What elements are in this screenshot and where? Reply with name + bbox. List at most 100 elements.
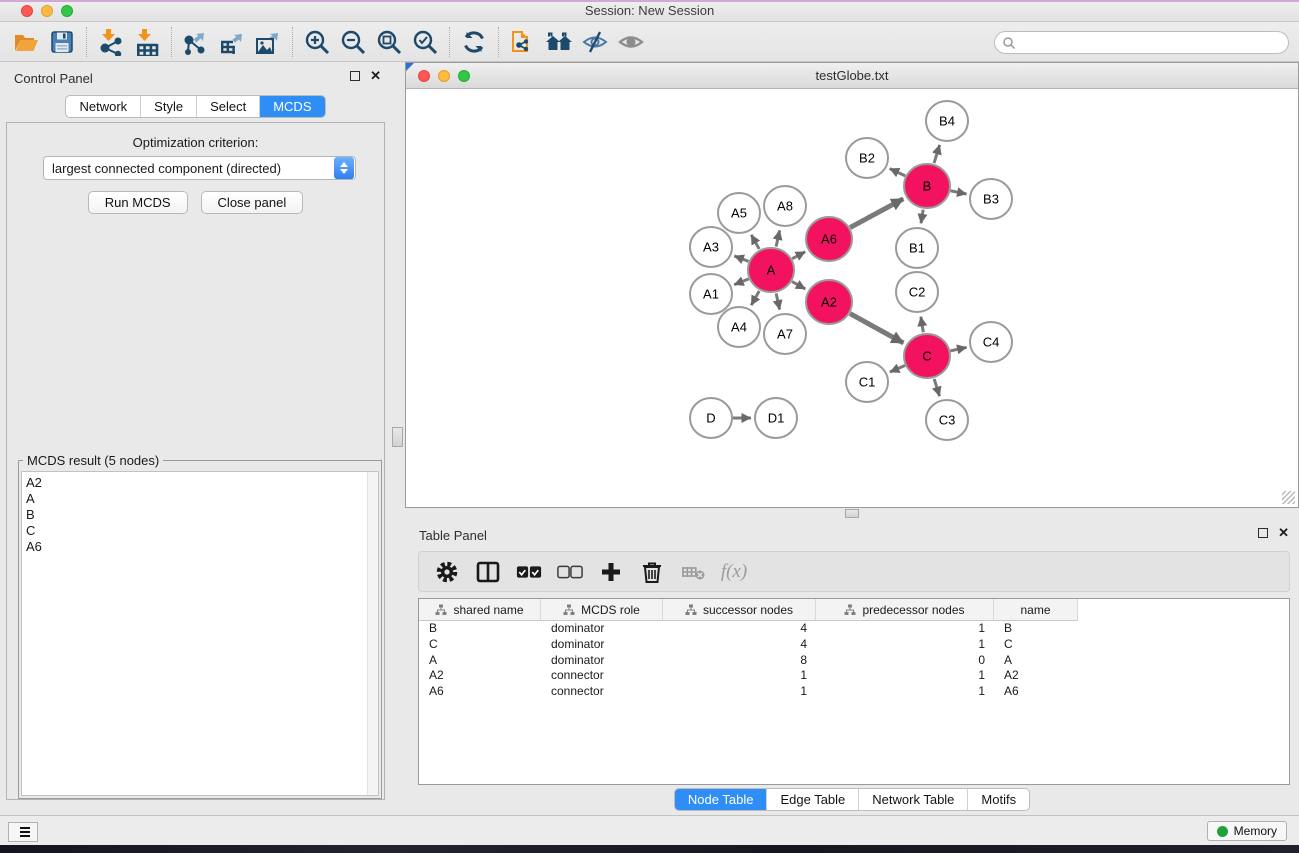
node-B4[interactable]: B4 <box>926 101 968 141</box>
column-header-successor-nodes[interactable]: successor nodes <box>663 599 816 621</box>
network-canvas[interactable]: B4B2BB3A8A5A6A3B1AC2A1A2A4A7C4CC1DD1C3 <box>406 89 1298 507</box>
divider-handle[interactable] <box>392 427 403 447</box>
cell-MCDS-role[interactable]: dominator <box>541 621 663 636</box>
maximize-window-button[interactable] <box>61 5 73 17</box>
edge-C-C4[interactable] <box>950 347 966 351</box>
minimize-window-button[interactable] <box>41 5 53 17</box>
node-A5[interactable]: A5 <box>718 193 760 233</box>
search-input[interactable] <box>1016 33 1288 52</box>
column-header-MCDS-role[interactable]: MCDS role <box>541 599 663 621</box>
node-A[interactable]: A <box>748 248 794 292</box>
search-box[interactable] <box>994 31 1289 54</box>
columns-icon[interactable] <box>475 559 501 585</box>
close-window-button[interactable] <box>21 5 33 17</box>
node-D1[interactable]: D1 <box>755 398 797 438</box>
cell-shared-name[interactable]: B <box>419 621 541 636</box>
mcds-result-item[interactable]: C <box>22 523 378 539</box>
edge-A-A6[interactable] <box>792 252 805 259</box>
cell-successor-nodes[interactable]: 4 <box>663 637 816 652</box>
cell-MCDS-role[interactable]: dominator <box>541 637 663 652</box>
first-neighbors-button[interactable] <box>541 25 577 59</box>
deselect-all-icon[interactable] <box>557 559 583 585</box>
cell-MCDS-role[interactable]: connector <box>541 668 663 683</box>
zoom-fit-button[interactable] <box>371 25 407 59</box>
cell-shared-name[interactable]: A2 <box>419 668 541 683</box>
cell-successor-nodes[interactable]: 1 <box>663 668 816 683</box>
zoom-in-button[interactable] <box>299 25 335 59</box>
table-row[interactable]: Adominator80A <box>419 652 1289 668</box>
tab-edge-table[interactable]: Edge Table <box>767 789 859 810</box>
gear-icon[interactable] <box>434 559 460 585</box>
mcds-result-list[interactable]: A2ABCA6 <box>21 471 379 796</box>
edge-C-C2[interactable] <box>921 317 923 333</box>
edge-A-A8[interactable] <box>776 230 780 246</box>
edge-A2-C[interactable] <box>850 314 903 343</box>
tab-style[interactable]: Style <box>141 96 197 117</box>
cell-successor-nodes[interactable]: 4 <box>663 621 816 636</box>
node-B[interactable]: B <box>904 164 950 208</box>
import-network-button[interactable] <box>93 25 129 59</box>
export-table-button[interactable] <box>214 25 250 59</box>
node-A7[interactable]: A7 <box>764 314 806 354</box>
node-D[interactable]: D <box>690 398 732 438</box>
mcds-result-item[interactable]: A <box>22 491 378 507</box>
node-C1[interactable]: C1 <box>846 362 888 402</box>
trash-icon[interactable] <box>639 559 665 585</box>
node-B3[interactable]: B3 <box>970 179 1012 219</box>
save-session-button[interactable] <box>44 25 80 59</box>
tab-node-table[interactable]: Node Table <box>675 789 768 810</box>
mcds-result-item[interactable]: A6 <box>22 539 378 555</box>
tab-motifs[interactable]: Motifs <box>968 789 1029 810</box>
node-C[interactable]: C <box>904 334 950 378</box>
edge-A-A3[interactable] <box>734 256 748 261</box>
cell-shared-name[interactable]: A <box>419 653 541 668</box>
cell-shared-name[interactable]: A6 <box>419 684 541 699</box>
edge-B-B2[interactable] <box>890 169 906 176</box>
optimization-criterion-dropdown[interactable]: largest connected component (directed) <box>43 156 356 180</box>
memory-button[interactable]: Memory <box>1207 821 1287 841</box>
cell-predecessor-nodes[interactable]: 1 <box>816 621 994 636</box>
open-session-button[interactable] <box>8 25 44 59</box>
divider-handle[interactable] <box>845 509 859 518</box>
edge-B-B3[interactable] <box>951 191 967 194</box>
cell-predecessor-nodes[interactable]: 1 <box>816 684 994 699</box>
table-row[interactable]: Bdominator41B <box>419 621 1289 637</box>
edge-A-A5[interactable] <box>751 235 759 249</box>
node-C3[interactable]: C3 <box>926 400 968 440</box>
node-B1[interactable]: B1 <box>896 228 938 268</box>
cell-shared-name[interactable]: C <box>419 637 541 652</box>
refresh-view-button[interactable] <box>456 25 492 59</box>
node-A6[interactable]: A6 <box>806 217 852 261</box>
close-panel-button[interactable]: Close panel <box>201 191 304 214</box>
cell-successor-nodes[interactable]: 8 <box>663 653 816 668</box>
cell-name[interactable]: C <box>994 637 1078 652</box>
node-A3[interactable]: A3 <box>690 227 732 267</box>
column-header-name[interactable]: name <box>994 599 1078 621</box>
select-all-icon[interactable] <box>516 559 542 585</box>
cell-successor-nodes[interactable]: 1 <box>663 684 816 699</box>
show-all-button[interactable] <box>613 25 649 59</box>
node-B2[interactable]: B2 <box>846 138 888 178</box>
close-network-button[interactable] <box>418 70 430 82</box>
run-mcds-button[interactable]: Run MCDS <box>88 191 188 214</box>
edge-C-C3[interactable] <box>934 379 939 396</box>
export-network-button[interactable] <box>178 25 214 59</box>
vertical-split-divider[interactable] <box>391 62 405 815</box>
cell-name[interactable]: A <box>994 653 1078 668</box>
horizontal-split-divider[interactable] <box>405 508 1299 519</box>
zoom-selected-button[interactable] <box>407 25 443 59</box>
cell-predecessor-nodes[interactable]: 1 <box>816 668 994 683</box>
zoom-out-button[interactable] <box>335 25 371 59</box>
cell-name[interactable]: A2 <box>994 668 1078 683</box>
maximize-network-button[interactable] <box>458 70 470 82</box>
table-row[interactable]: A2connector11A2 <box>419 668 1289 684</box>
column-header-shared-name[interactable]: shared name <box>419 599 541 621</box>
cell-predecessor-nodes[interactable]: 0 <box>816 653 994 668</box>
edge-B-B4[interactable] <box>934 145 940 163</box>
tab-network-table[interactable]: Network Table <box>859 789 968 810</box>
network-window-titlebar[interactable]: testGlobe.txt <box>406 63 1298 89</box>
hide-selected-button[interactable] <box>577 25 613 59</box>
mcds-result-item[interactable]: A2 <box>22 475 378 491</box>
mcds-result-item[interactable]: B <box>22 507 378 523</box>
edge-C-C1[interactable] <box>890 366 905 373</box>
